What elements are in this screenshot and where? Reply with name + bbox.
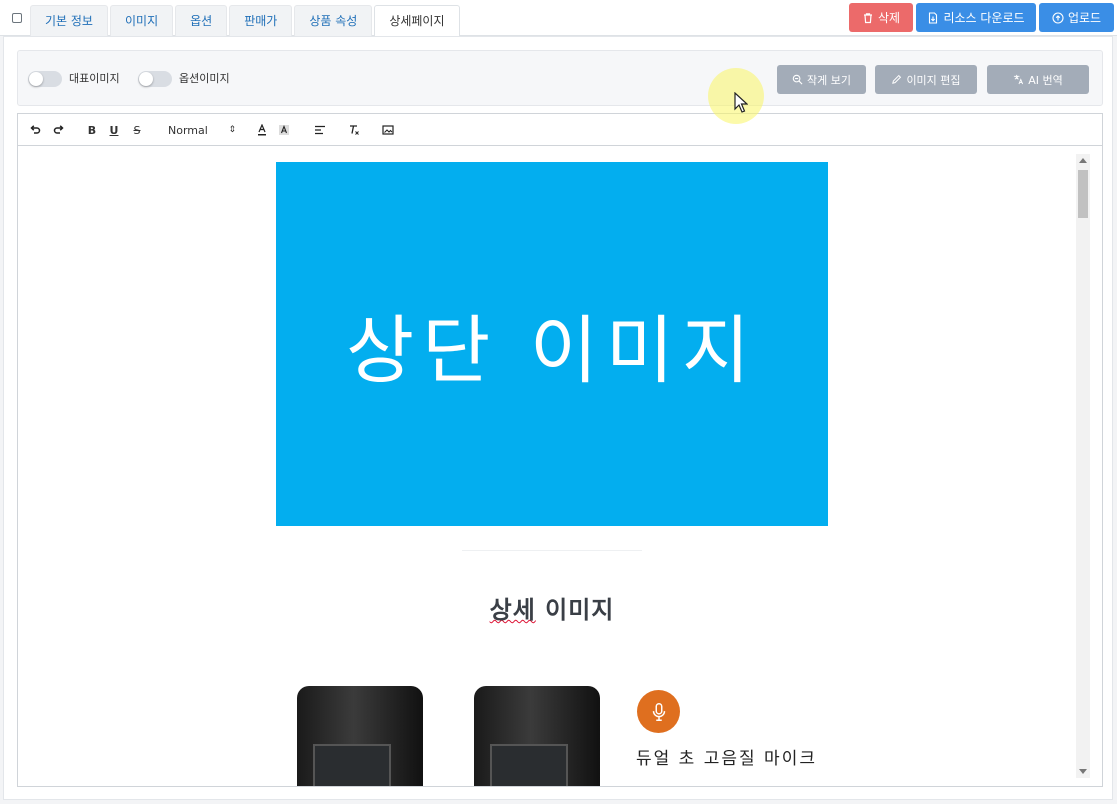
- option-image-toggle[interactable]: [138, 71, 172, 87]
- detail-title: 상세 이미지: [18, 590, 1086, 625]
- strike-button[interactable]: S: [131, 123, 143, 137]
- underline-button[interactable]: U: [108, 123, 120, 137]
- edit-image-label: 이미지 편집: [906, 73, 961, 87]
- tab-attributes[interactable]: 상품 속성: [294, 5, 373, 36]
- tab-bar: 기본 정보 이미지 옵션 판매가 상품 속성 상세페이지 삭제 리소스 다운로드…: [0, 0, 1117, 37]
- vertical-scrollbar[interactable]: [1076, 154, 1090, 778]
- microphone-badge: [637, 690, 680, 733]
- zoom-out-icon: [792, 74, 803, 85]
- top-actions: 삭제 리소스 다운로드 업로드: [849, 3, 1114, 32]
- clear-format-icon: [350, 125, 359, 135]
- background-color-icon: [279, 124, 289, 135]
- undo-button[interactable]: [28, 123, 42, 137]
- tab-list: 기본 정보 이미지 옵션 판매가 상품 속성 상세페이지: [30, 5, 462, 37]
- top-image-text: 상단 이미지: [346, 307, 758, 394]
- image-icon: [382, 125, 394, 135]
- font-size-select[interactable]: Normal ⇕: [168, 123, 238, 137]
- product-screen: [313, 744, 391, 786]
- detail-page-panel: 대표이미지 옵션이미지 작게 보기 이미지 편집 AI 번역 B U S Nor…: [3, 36, 1113, 800]
- ai-translate-button[interactable]: AI 번역: [987, 65, 1089, 94]
- translate-icon: [1014, 74, 1024, 85]
- top-image: 상단 이미지: [276, 162, 828, 526]
- bold-button[interactable]: B: [86, 123, 98, 137]
- delete-label: 삭제: [877, 11, 901, 25]
- align-button[interactable]: [314, 123, 326, 137]
- upload-button[interactable]: 업로드: [1039, 3, 1114, 32]
- editor-toolbar: B U S Normal ⇕: [18, 114, 1102, 146]
- main-image-toggle[interactable]: [28, 71, 62, 87]
- file-download-icon: [929, 11, 938, 24]
- option-image-toggle-label: 옵션이미지: [179, 72, 230, 85]
- product-screen: [490, 744, 568, 786]
- ai-translate-label: AI 번역: [1028, 73, 1063, 87]
- tab-detail-page[interactable]: 상세페이지: [374, 5, 460, 37]
- mic-feature-text: 듀얼 초 고음질 마이크: [636, 749, 817, 769]
- font-size-value: Normal: [168, 123, 208, 137]
- scroll-up-arrow[interactable]: [1079, 158, 1087, 163]
- tab-options[interactable]: 옵션: [175, 5, 228, 36]
- download-resources-button[interactable]: 리소스 다운로드: [916, 3, 1036, 32]
- download-resources-label: 리소스 다운로드: [943, 11, 1025, 25]
- edit-image-button[interactable]: 이미지 편집: [875, 65, 977, 94]
- cloud-upload-icon: [1052, 11, 1064, 24]
- align-icon: [315, 125, 325, 135]
- detail-title-word-2: 이미지: [545, 596, 615, 624]
- scroll-thumb[interactable]: [1078, 170, 1088, 218]
- product-image-2: [474, 686, 600, 786]
- detail-title-word-1: 상세: [489, 596, 536, 624]
- tab-price[interactable]: 판매가: [229, 5, 293, 36]
- options-bar: 대표이미지 옵션이미지 작게 보기 이미지 편집 AI 번역: [17, 50, 1103, 106]
- text-color-icon: [258, 124, 266, 136]
- tab-images[interactable]: 이미지: [109, 5, 174, 36]
- pencil-icon: [892, 74, 902, 84]
- redo-icon: [53, 125, 64, 134]
- mouse-cursor-highlight: [708, 68, 764, 124]
- main-image-toggle-label: 대표이미지: [69, 72, 120, 85]
- undo-icon: [30, 125, 41, 134]
- text-color-button[interactable]: [256, 123, 268, 137]
- insert-image-button[interactable]: [382, 123, 394, 137]
- delete-button[interactable]: 삭제: [849, 3, 913, 32]
- tab-basic-info[interactable]: 기본 정보: [30, 5, 108, 36]
- section-divider: [462, 550, 642, 551]
- scroll-down-arrow[interactable]: [1079, 769, 1087, 774]
- trash-icon: [863, 12, 872, 23]
- upload-label: 업로드: [1067, 11, 1102, 25]
- clear-format-button[interactable]: [348, 123, 360, 137]
- chevron-updown-icon: ⇕: [228, 125, 236, 135]
- rich-text-editor: B U S Normal ⇕ 상단 이미지 상세 이미지 듀얼 초 고음질 마이…: [17, 113, 1103, 787]
- background-color-button[interactable]: [278, 123, 290, 137]
- product-image-1: [297, 686, 423, 786]
- zoom-out-button[interactable]: 작게 보기: [777, 65, 866, 94]
- microphone-icon: [652, 702, 665, 721]
- zoom-out-label: 작게 보기: [807, 73, 851, 87]
- mouse-pointer-icon: [734, 92, 748, 113]
- redo-button[interactable]: [52, 123, 66, 137]
- select-all-checkbox[interactable]: [12, 13, 22, 23]
- editor-content[interactable]: 상단 이미지 상세 이미지 듀얼 초 고음질 마이크: [18, 146, 1104, 786]
